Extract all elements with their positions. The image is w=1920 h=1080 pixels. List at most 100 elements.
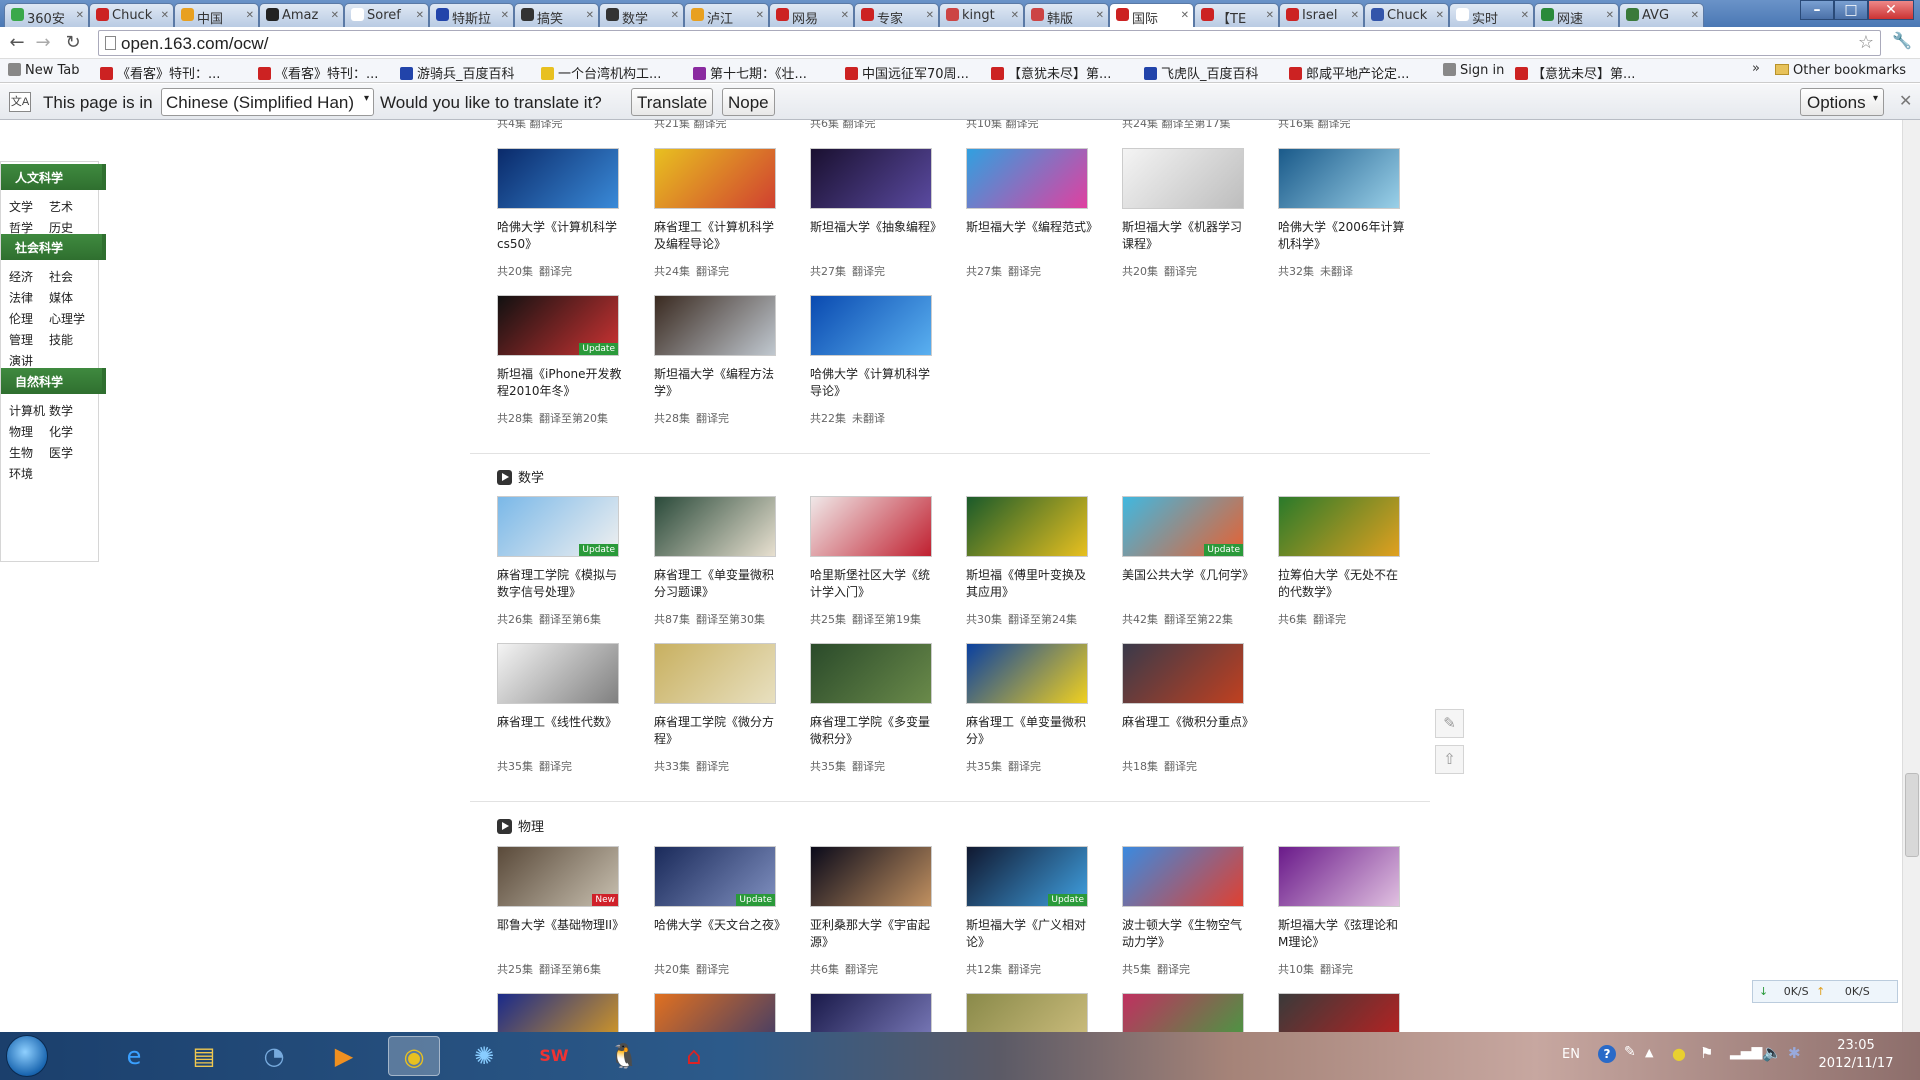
close-infobar-icon[interactable]: ✕: [1899, 91, 1912, 111]
course-title[interactable]: 麻省理工学院《微分方程》: [654, 714, 784, 748]
close-tab-icon[interactable]: ✕: [1521, 10, 1529, 21]
course-thumbnail[interactable]: [654, 295, 776, 356]
bookmark-star-icon[interactable]: ☆: [1858, 32, 1874, 53]
close-tab-icon[interactable]: ✕: [1266, 10, 1274, 21]
course-thumbnail[interactable]: [810, 846, 932, 907]
course-card[interactable]: 哈里斯堡社区大学《统计学入门》 共25集 翻译至第19集: [810, 496, 945, 627]
qq-icon[interactable]: 🐧: [598, 1036, 650, 1076]
course-title[interactable]: 麻省理工《线性代数》: [497, 714, 627, 748]
course-thumbnail[interactable]: [966, 496, 1088, 557]
course-title[interactable]: 波士顿大学《生物空气动力学》: [1122, 917, 1252, 951]
bookmark-item[interactable]: 《看客》特刊：...: [258, 63, 378, 82]
tab-16[interactable]: Chuck ✕: [1364, 3, 1449, 27]
scrollbar-thumb[interactable]: [1905, 773, 1919, 857]
course-title[interactable]: 斯坦福大学《机器学习课程》: [1122, 219, 1252, 253]
nav-item[interactable]: 管理: [9, 331, 33, 348]
tab-0[interactable]: 360安 ✕: [4, 3, 89, 27]
translate-button[interactable]: Translate: [631, 88, 714, 116]
action-center-icon[interactable]: ⚑: [1700, 1044, 1713, 1062]
tab-10[interactable]: 专家 ✕: [854, 3, 939, 27]
bookmark-item[interactable]: Sign in: [1443, 63, 1504, 78]
tab-12[interactable]: 韩版 ✕: [1024, 3, 1109, 27]
course-card[interactable]: 亚利桑那大学《宇宙起源》 共6集 翻译完: [810, 846, 945, 977]
nav-item[interactable]: 社会: [49, 268, 73, 285]
course-card[interactable]: 斯坦福大学《抽象编程》 共27集 翻译完: [810, 148, 945, 279]
course-thumbnail[interactable]: [654, 496, 776, 557]
course-title[interactable]: 斯坦福《傅里叶变换及其应用》: [966, 567, 1096, 601]
course-card[interactable]: [1122, 993, 1257, 1032]
course-title[interactable]: 麻省理工《单变量微积分习题课》: [654, 567, 784, 601]
options-button[interactable]: Options ▾: [1800, 88, 1884, 116]
course-title[interactable]: 哈佛大学《计算机科学导论》: [810, 366, 940, 400]
nav-item[interactable]: 生物: [9, 444, 33, 461]
course-card[interactable]: [1278, 993, 1413, 1032]
course-card[interactable]: [810, 993, 945, 1032]
chrome-icon[interactable]: ◉: [388, 1036, 440, 1076]
course-thumbnail[interactable]: Update: [654, 846, 776, 907]
tab-9[interactable]: 网易 ✕: [769, 3, 854, 27]
tab-1[interactable]: Chuck ✕: [89, 3, 174, 27]
course-title[interactable]: 麻省理工《微积分重点》: [1122, 714, 1252, 748]
course-thumbnail[interactable]: [966, 993, 1088, 1032]
close-tab-icon[interactable]: ✕: [1096, 10, 1104, 21]
tab-15[interactable]: Israel ✕: [1279, 3, 1364, 27]
nav-group-heading[interactable]: 自然科学: [1, 368, 106, 394]
course-title[interactable]: 哈佛大学《天文台之夜》: [654, 917, 784, 951]
help-icon[interactable]: ?: [1598, 1045, 1616, 1063]
bookmark-item[interactable]: 【意犹未尽】第...: [1515, 63, 1635, 82]
course-thumbnail[interactable]: [1122, 993, 1244, 1032]
close-tab-icon[interactable]: ✕: [1181, 10, 1189, 21]
course-thumbnail[interactable]: [654, 993, 776, 1032]
bookmark-item[interactable]: 第十七期：《壮...: [693, 63, 807, 82]
media-icon[interactable]: ▶: [318, 1036, 370, 1076]
tab-5[interactable]: 特斯拉 ✕: [429, 3, 514, 27]
nav-item[interactable]: 数学: [49, 402, 73, 419]
course-thumbnail[interactable]: Update: [497, 295, 619, 356]
course-card[interactable]: Update 美国公共大学《几何学》 共42集 翻译至第22集: [1122, 496, 1257, 627]
nav-item[interactable]: 艺术: [49, 198, 73, 215]
course-thumbnail[interactable]: [810, 496, 932, 557]
nav-item[interactable]: 医学: [49, 444, 73, 461]
tab-13[interactable]: 国际 ✕: [1109, 3, 1194, 27]
course-card[interactable]: [497, 993, 632, 1032]
page-scrollbar[interactable]: [1902, 120, 1920, 1032]
nav-item[interactable]: 计算机: [9, 402, 45, 419]
close-tab-icon[interactable]: ✕: [76, 10, 84, 21]
course-card[interactable]: 麻省理工《线性代数》 共35集 翻译完: [497, 643, 632, 774]
course-card[interactable]: 波士顿大学《生物空气动力学》 共5集 翻译完: [1122, 846, 1257, 977]
tray-app-icon[interactable]: ●: [1672, 1044, 1686, 1063]
course-thumbnail[interactable]: [654, 148, 776, 209]
course-card[interactable]: 麻省理工《单变量微积分》 共35集 翻译完: [966, 643, 1101, 774]
url-text[interactable]: open.163.com/ocw/: [121, 34, 268, 54]
tab-2[interactable]: 中国 ✕: [174, 3, 259, 27]
course-title[interactable]: 美国公共大学《几何学》: [1122, 567, 1252, 601]
input-language[interactable]: EN: [1562, 1047, 1580, 1062]
pdf-icon[interactable]: ⌂: [668, 1036, 720, 1076]
course-card[interactable]: 斯坦福大学《编程方法学》 共28集 翻译完: [654, 295, 789, 426]
course-card[interactable]: New 耶鲁大学《基础物理II》 共25集 翻译至第6集: [497, 846, 632, 977]
ie-icon[interactable]: e: [108, 1036, 160, 1076]
reload-icon[interactable]: ↻: [62, 32, 84, 54]
bookmark-item[interactable]: 游骑兵_百度百科: [400, 63, 515, 82]
bookmark-item[interactable]: 一个台湾机构工...: [541, 63, 661, 82]
course-card[interactable]: [654, 993, 789, 1032]
course-thumbnail[interactable]: [1122, 643, 1244, 704]
course-card[interactable]: 麻省理工学院《微分方程》 共33集 翻译完: [654, 643, 789, 774]
bluetooth-icon[interactable]: ✱: [1788, 1044, 1801, 1062]
back-arrow-icon[interactable]: ←: [6, 32, 28, 54]
clock[interactable]: 23:05 2012/11/17: [1816, 1037, 1896, 1073]
tab-3[interactable]: Amaz ✕: [259, 3, 344, 27]
course-title[interactable]: 亚利桑那大学《宇宙起源》: [810, 917, 940, 951]
nav-item[interactable]: 法律: [9, 289, 33, 306]
course-title[interactable]: 拉筹伯大学《无处不在的代数学》: [1278, 567, 1408, 601]
course-thumbnail[interactable]: [966, 148, 1088, 209]
course-title[interactable]: 麻省理工学院《多变量微积分》: [810, 714, 940, 748]
back-to-top-icon[interactable]: ⇧: [1435, 745, 1464, 774]
show-hidden-icons-chevron[interactable]: ▲: [1645, 1046, 1653, 1059]
close-tab-icon[interactable]: ✕: [926, 10, 934, 21]
wrench-icon[interactable]: 🔧: [1892, 31, 1912, 50]
close-tab-icon[interactable]: ✕: [331, 10, 339, 21]
course-title[interactable]: 哈佛大学《2006年计算机科学》: [1278, 219, 1408, 253]
folder-icon[interactable]: ▤: [178, 1036, 230, 1076]
course-thumbnail[interactable]: [497, 643, 619, 704]
